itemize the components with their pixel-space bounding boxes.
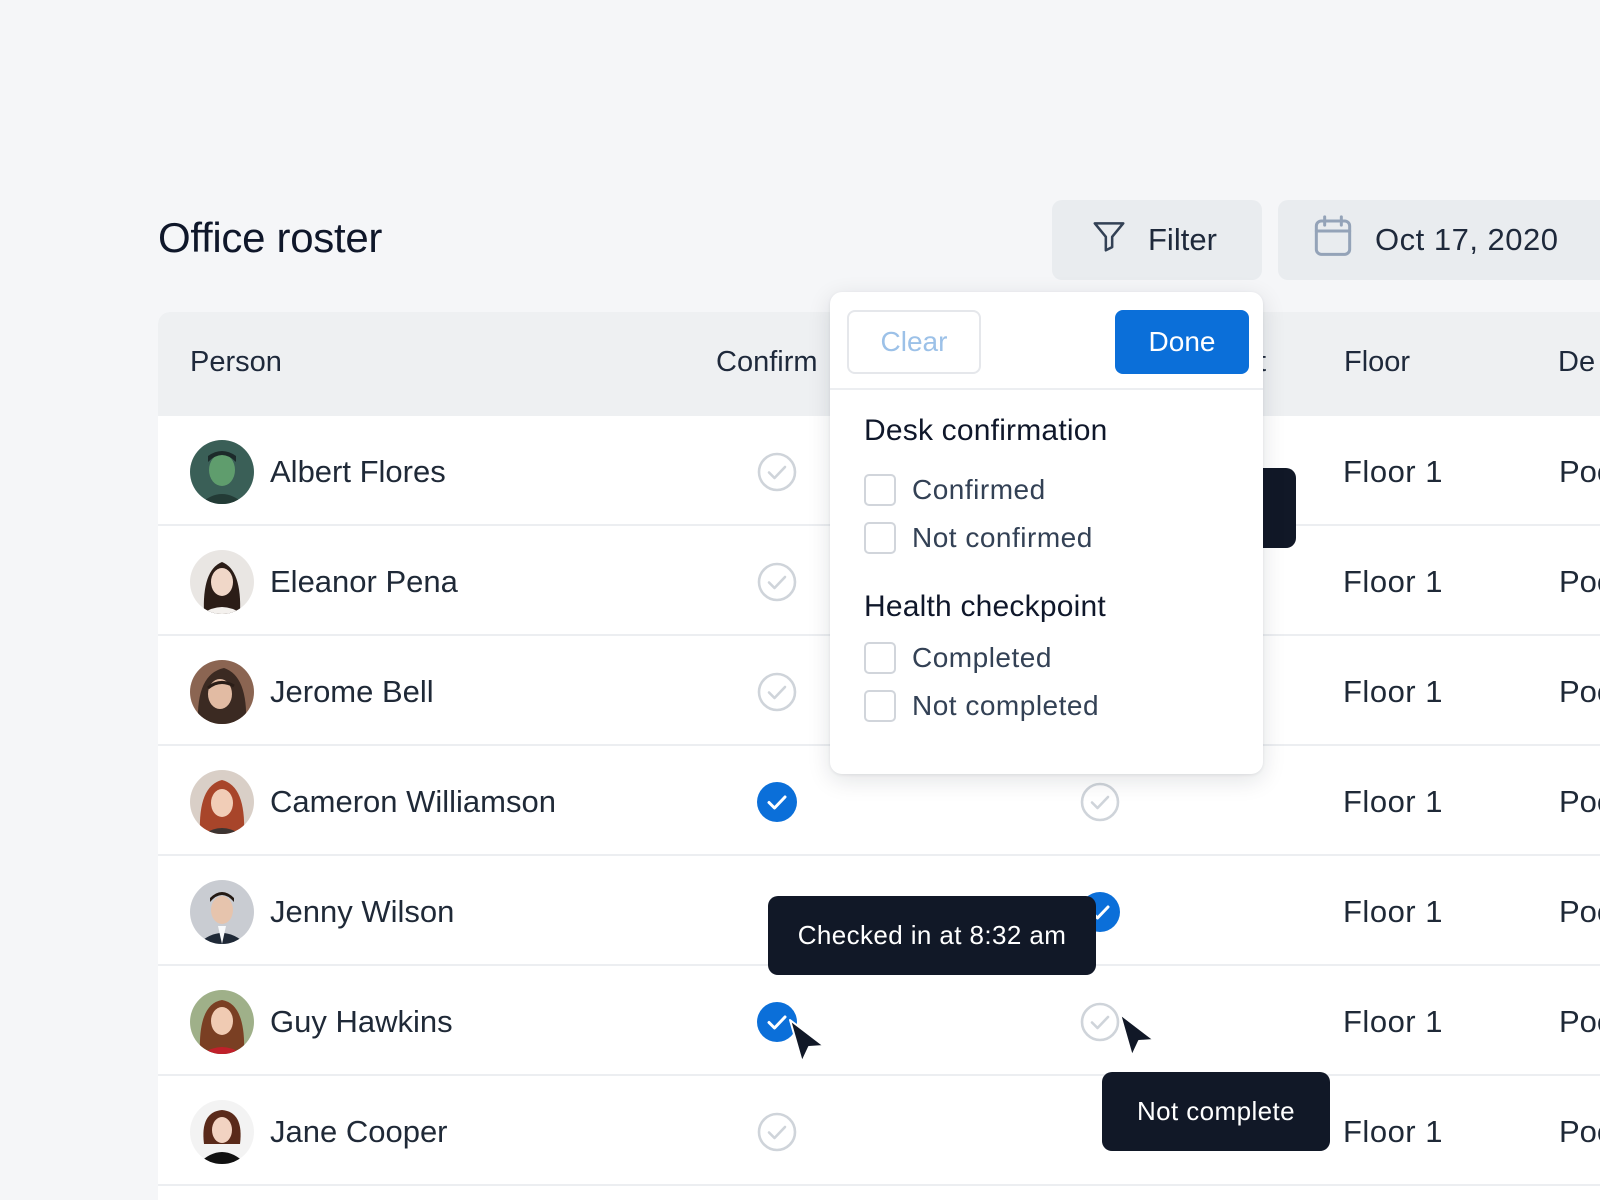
table-row[interactable]: Guy Hawkins Floor 1 Poc bbox=[158, 966, 1600, 1076]
column-header-person[interactable]: Person bbox=[190, 346, 282, 379]
checkbox[interactable] bbox=[864, 522, 896, 554]
tooltip-text: Not complete bbox=[1137, 1096, 1295, 1126]
check-circle-outline-icon[interactable] bbox=[757, 672, 797, 712]
tooltip-text: Checked in at 8:32 am bbox=[797, 920, 1067, 950]
mouse-pointer-icon bbox=[788, 1018, 826, 1064]
table-row[interactable]: Jane Cooper Floor 1 Poc bbox=[158, 1076, 1600, 1186]
floor-cell: Floor 1 bbox=[1343, 784, 1443, 819]
check-circle-filled-icon[interactable] bbox=[757, 782, 797, 822]
check-circle-outline-icon[interactable] bbox=[1080, 782, 1120, 822]
option-confirmed[interactable]: Confirmed bbox=[864, 473, 1046, 507]
person-name: Eleanor Pena bbox=[270, 564, 458, 599]
clear-button[interactable]: Clear bbox=[847, 310, 981, 374]
avatar bbox=[190, 660, 254, 724]
floor-cell: Floor 1 bbox=[1343, 1004, 1443, 1039]
avatar bbox=[190, 550, 254, 614]
desk-cell: Poc bbox=[1559, 564, 1600, 599]
person-name: Albert Flores bbox=[270, 454, 446, 489]
avatar bbox=[190, 770, 254, 834]
floor-cell: Floor 1 bbox=[1343, 1114, 1443, 1149]
tooltip-checked-in: Checked in at 8:32 am bbox=[768, 896, 1096, 975]
option-completed[interactable]: Completed bbox=[864, 641, 1052, 675]
checkbox[interactable] bbox=[864, 690, 896, 722]
avatar bbox=[190, 990, 254, 1054]
person-name: Jenny Wilson bbox=[270, 894, 455, 929]
floor-cell: Floor 1 bbox=[1343, 894, 1443, 929]
filter-popover: Clear Done Desk confirmation Confirmed N… bbox=[830, 292, 1263, 774]
section-title-desk-confirmation: Desk confirmation bbox=[864, 414, 1108, 447]
column-header-desk[interactable]: De bbox=[1558, 346, 1595, 379]
date-label: Oct 17, 2020 bbox=[1375, 222, 1559, 257]
avatar bbox=[190, 440, 254, 504]
desk-cell: Poc bbox=[1559, 454, 1600, 489]
filter-button[interactable]: Filter bbox=[1052, 200, 1262, 280]
checkbox[interactable] bbox=[864, 474, 896, 506]
mouse-pointer-icon bbox=[1118, 1012, 1156, 1058]
popover-header: Clear Done bbox=[830, 292, 1263, 390]
date-picker-button[interactable]: Oct 17, 2020 bbox=[1278, 200, 1600, 280]
option-label: Confirmed bbox=[912, 474, 1046, 505]
check-circle-outline-icon[interactable] bbox=[757, 452, 797, 492]
section-title-health-checkpoint: Health checkpoint bbox=[864, 590, 1106, 623]
checkbox[interactable] bbox=[864, 642, 896, 674]
desk-cell: Poc bbox=[1559, 784, 1600, 819]
done-button[interactable]: Done bbox=[1115, 310, 1249, 374]
floor-cell: Floor 1 bbox=[1343, 454, 1443, 489]
option-label: Completed bbox=[912, 642, 1052, 673]
desk-cell: Poc bbox=[1559, 1004, 1600, 1039]
tooltip-not-complete: Not complete bbox=[1102, 1072, 1330, 1151]
check-circle-outline-icon[interactable] bbox=[757, 1112, 797, 1152]
desk-cell: Poc bbox=[1559, 674, 1600, 709]
option-label: Not completed bbox=[912, 690, 1100, 721]
page-title: Office roster bbox=[158, 214, 383, 261]
avatar bbox=[190, 1100, 254, 1164]
check-circle-outline-icon[interactable] bbox=[757, 562, 797, 602]
floor-cell: Floor 1 bbox=[1343, 564, 1443, 599]
option-not-completed[interactable]: Not completed bbox=[864, 689, 1099, 723]
column-header-confirmed[interactable]: Confirm bbox=[716, 346, 818, 379]
filter-label: Filter bbox=[1148, 222, 1217, 257]
column-header-floor[interactable]: Floor bbox=[1344, 346, 1410, 379]
check-circle-outline-icon[interactable] bbox=[1080, 1002, 1120, 1042]
person-name: Guy Hawkins bbox=[270, 1004, 453, 1039]
person-name: Jane Cooper bbox=[270, 1114, 448, 1149]
floor-cell: Floor 1 bbox=[1343, 674, 1443, 709]
desk-cell: Poc bbox=[1559, 1114, 1600, 1149]
desk-cell: Poc bbox=[1559, 894, 1600, 929]
avatar bbox=[190, 880, 254, 944]
option-label: Not confirmed bbox=[912, 522, 1093, 553]
person-name: Cameron Williamson bbox=[270, 784, 556, 819]
calendar-icon bbox=[1313, 214, 1353, 266]
filter-icon bbox=[1090, 217, 1128, 263]
person-name: Jerome Bell bbox=[270, 674, 434, 709]
option-not-confirmed[interactable]: Not confirmed bbox=[864, 521, 1093, 555]
